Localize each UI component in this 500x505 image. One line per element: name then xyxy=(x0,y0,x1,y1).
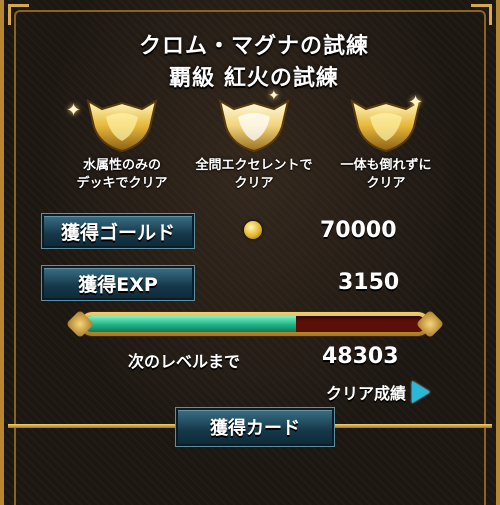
mission-label: 水属性のみの デッキでクリア xyxy=(76,158,168,191)
exp-bar-track xyxy=(84,316,426,332)
exp-bar-fill xyxy=(84,316,297,332)
gold-value: 70000 xyxy=(320,218,397,243)
sparkle-icon: ✦ xyxy=(66,100,82,121)
quest-title: クロム・マグナの試練 xyxy=(138,34,369,59)
mission-label: 全問エクセレントで クリア xyxy=(195,158,313,191)
sparkle-icon: ✦ xyxy=(408,92,424,113)
exp-label-tag: 獲得EXP xyxy=(42,266,194,300)
difficulty-title: 覇級 紅火の試練 xyxy=(169,66,339,91)
mission-badge-2: 全問エクセレントで クリア xyxy=(184,95,324,193)
gold-label-tag: 獲得ゴールド xyxy=(42,214,194,248)
sparkle-icon: ✦ xyxy=(268,88,280,104)
crown-emblem-icon xyxy=(86,98,158,153)
mission-badge-3: 一体も倒れずに クリア xyxy=(316,95,456,193)
cards-label-tag: 獲得カード xyxy=(176,408,334,446)
next-level-value: 48303 xyxy=(322,344,399,369)
frame-corner-ornament xyxy=(471,4,492,25)
frame-corner-ornament xyxy=(8,4,29,25)
exp-value: 3150 xyxy=(338,270,400,295)
play-arrow-icon xyxy=(412,381,431,403)
clear-result-button[interactable]: クリア成績 xyxy=(326,380,431,404)
clear-result-label: クリア成績 xyxy=(326,384,407,403)
next-level-label: 次のレベルまで xyxy=(128,352,241,371)
crown-emblem-icon xyxy=(218,98,290,153)
mission-label: 一体も倒れずに クリア xyxy=(340,158,432,191)
result-panel: クロム・マグナの試練 覇級 紅火の試練 水属性のみの デッキでクリア 全問エクセ… xyxy=(0,0,500,505)
gold-coin-icon xyxy=(244,221,262,239)
exp-progress-bar xyxy=(65,309,445,339)
